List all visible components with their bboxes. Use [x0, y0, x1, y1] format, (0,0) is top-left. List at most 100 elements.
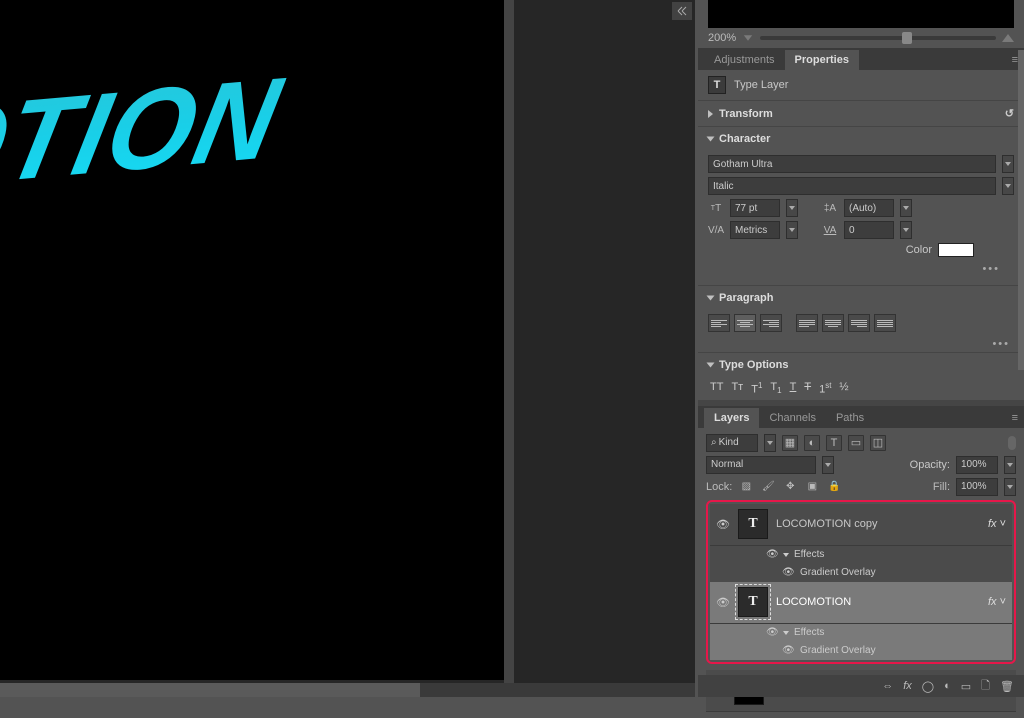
layer-name[interactable]: LOCOMOTION	[776, 596, 980, 608]
filter-pixel-icon[interactable]: ▦	[782, 435, 798, 451]
paragraph-label: Paragraph	[719, 292, 773, 304]
opacity-field[interactable]: 100%	[956, 456, 998, 474]
filter-adjust-icon[interactable]: ◐	[804, 435, 820, 451]
opacity-dropdown[interactable]	[1004, 456, 1016, 474]
zoom-slider-knob[interactable]	[902, 32, 912, 44]
ordinals-button[interactable]: 1st	[817, 381, 833, 396]
font-style-field[interactable]: Italic	[708, 177, 996, 195]
layer-effect-item[interactable]: 👁 Gradient Overlay	[710, 564, 1012, 582]
horizontal-scrollbar[interactable]	[0, 683, 695, 697]
font-size-dropdown[interactable]	[786, 199, 798, 217]
align-right-button[interactable]	[760, 314, 782, 332]
zoom-slider[interactable]	[760, 36, 996, 40]
zoom-in-icon[interactable]	[1002, 34, 1014, 42]
lock-transparency-icon[interactable]: ▨	[738, 479, 754, 495]
tracking-dropdown[interactable]	[786, 221, 798, 239]
visibility-toggle-icon[interactable]: 👁	[782, 645, 794, 656]
section-character[interactable]: Character	[698, 127, 1024, 151]
fill-dropdown[interactable]	[1004, 478, 1016, 496]
kerning-field[interactable]: 0	[844, 221, 894, 239]
tab-paths[interactable]: Paths	[826, 408, 874, 428]
tab-properties[interactable]: Properties	[785, 50, 859, 70]
lock-all-icon[interactable]: 🔒	[826, 479, 842, 495]
section-transform[interactable]: Transform ↺	[698, 101, 1024, 126]
filter-shape-icon[interactable]: ▭	[848, 435, 864, 451]
justify-left-button[interactable]	[796, 314, 818, 332]
layer-effects-row[interactable]: 👁 Effects	[710, 546, 1012, 564]
kerning-dropdown[interactable]	[900, 221, 912, 239]
tab-layers[interactable]: Layers	[704, 408, 759, 428]
canvas-text-layer[interactable]: OTION	[0, 51, 293, 216]
fx-badge[interactable]: fx ˅	[988, 596, 1006, 608]
more-options-icon[interactable]: •••	[708, 261, 1014, 277]
leading-dropdown[interactable]	[900, 199, 912, 217]
layer-style-icon[interactable]: fx	[903, 680, 912, 692]
visibility-toggle-icon[interactable]: 👁	[766, 549, 778, 560]
layer-row[interactable]: 👁 T LOCOMOTION fx ˅	[710, 582, 1012, 624]
scroll-thumb[interactable]	[0, 683, 420, 697]
zoom-out-icon[interactable]	[744, 35, 752, 41]
lock-position-icon[interactable]: ✥	[782, 479, 798, 495]
new-layer-icon[interactable]: 🗋	[981, 677, 990, 696]
delete-layer-icon[interactable]: 🗑	[1000, 680, 1014, 693]
layer-row[interactable]: 👁 T LOCOMOTION copy fx ˅	[710, 504, 1012, 546]
font-size-field[interactable]: 77 pt	[730, 199, 780, 217]
group-icon[interactable]: ▭	[961, 680, 971, 693]
leading-field[interactable]: (Auto)	[844, 199, 894, 217]
lock-paint-icon[interactable]: 🖌	[760, 479, 776, 495]
document-canvas[interactable]: OTION	[0, 0, 504, 680]
canvas-area[interactable]: OTION	[0, 0, 695, 697]
font-family-dropdown[interactable]	[1002, 155, 1014, 173]
filter-type-icon[interactable]: T	[826, 435, 842, 451]
filter-smart-icon[interactable]: ◫	[870, 435, 886, 451]
subscript-button[interactable]: T1	[768, 381, 783, 396]
collapsed-panel-tab[interactable]	[672, 2, 692, 20]
reset-icon[interactable]: ↺	[1005, 107, 1014, 120]
navigator-preview[interactable]	[708, 0, 1014, 28]
layer-effect-item[interactable]: 👁 Gradient Overlay	[710, 642, 1012, 660]
align-left-button[interactable]	[708, 314, 730, 332]
filter-toggle[interactable]	[1008, 436, 1016, 450]
underline-button[interactable]: T	[788, 381, 799, 396]
layer-filter-type[interactable]: ⌕Kind	[706, 434, 758, 452]
fractions-button[interactable]: ½	[837, 381, 850, 396]
more-options-icon[interactable]: •••	[698, 336, 1024, 352]
all-caps-button[interactable]: TT	[708, 381, 725, 396]
lock-artboard-icon[interactable]: ▣	[804, 479, 820, 495]
visibility-toggle-icon[interactable]: 👁	[766, 627, 778, 638]
layer-filter-dropdown[interactable]	[764, 434, 776, 452]
link-layers-icon[interactable]: ⇔	[882, 680, 893, 692]
panel-scrollbar[interactable]	[1018, 50, 1024, 370]
visibility-toggle-icon[interactable]: 👁	[782, 567, 794, 578]
section-type-options[interactable]: Type Options	[698, 353, 1024, 377]
small-caps-button[interactable]: Tᴛ	[729, 381, 745, 396]
zoom-value[interactable]: 200%	[708, 32, 736, 44]
layer-mask-icon[interactable]: ◯	[922, 680, 934, 693]
blend-mode-dropdown[interactable]	[822, 456, 834, 474]
visibility-toggle-icon[interactable]: 👁	[716, 518, 730, 531]
disclosure-icon	[707, 296, 715, 301]
panel-menu-icon[interactable]: ≡	[1006, 408, 1024, 428]
layer-effects-row[interactable]: 👁 Effects	[710, 624, 1012, 642]
justify-all-button[interactable]	[874, 314, 896, 332]
strikethrough-button[interactable]: T	[802, 381, 813, 396]
superscript-button[interactable]: T1	[749, 381, 764, 396]
color-swatch[interactable]	[938, 243, 974, 257]
fill-field[interactable]: 100%	[956, 478, 998, 496]
blend-mode-field[interactable]: Normal	[706, 456, 816, 474]
visibility-toggle-icon[interactable]: 👁	[716, 596, 730, 609]
layer-thumbnail[interactable]: T	[738, 587, 768, 617]
layer-thumbnail[interactable]: T	[738, 509, 768, 539]
align-center-button[interactable]	[734, 314, 756, 332]
justify-center-button[interactable]	[822, 314, 844, 332]
font-family-field[interactable]: Gotham Ultra	[708, 155, 996, 173]
layer-name[interactable]: LOCOMOTION copy	[776, 518, 980, 530]
font-style-dropdown[interactable]	[1002, 177, 1014, 195]
tab-adjustments[interactable]: Adjustments	[704, 50, 785, 70]
section-paragraph[interactable]: Paragraph	[698, 286, 1024, 310]
tracking-field[interactable]: Metrics	[730, 221, 780, 239]
justify-right-button[interactable]	[848, 314, 870, 332]
fx-badge[interactable]: fx ˅	[988, 518, 1006, 530]
adjustment-layer-icon[interactable]: ◐	[944, 680, 951, 692]
tab-channels[interactable]: Channels	[759, 408, 825, 428]
